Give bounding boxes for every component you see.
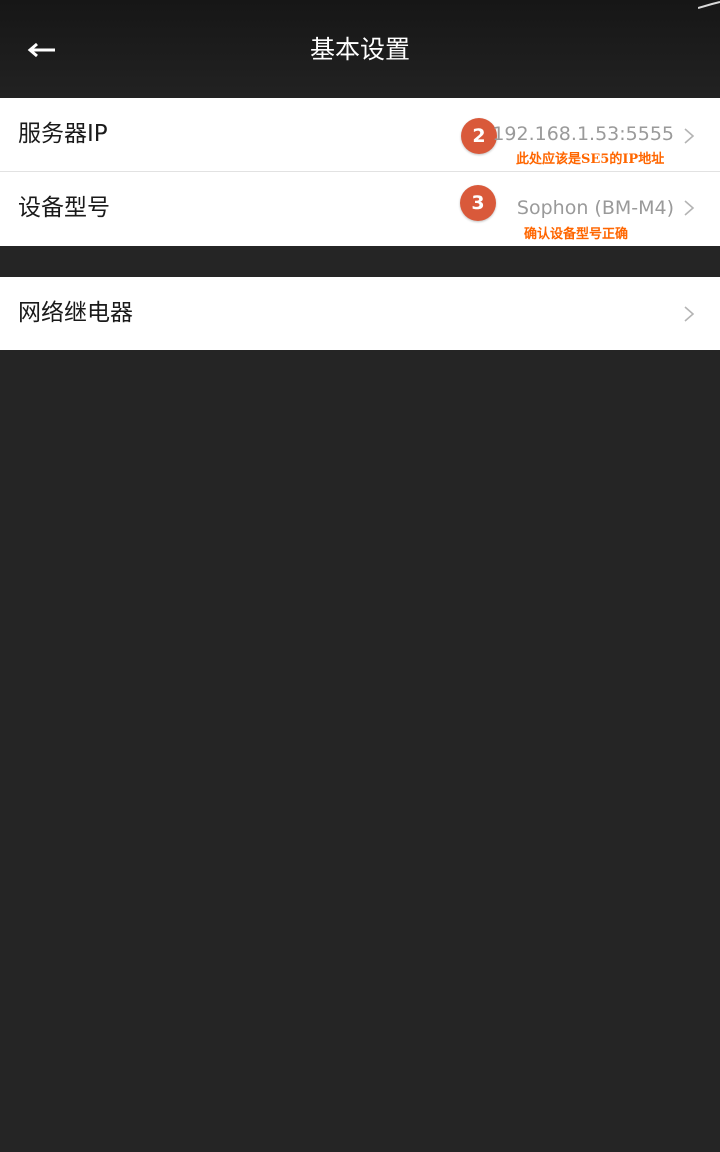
annotation-badge-3: 3 (460, 185, 496, 221)
device-model-row[interactable]: 设备型号 3 Sophon (BM-M4) 确认设备型号正确 (0, 172, 720, 245)
device-model-value: Sophon (BM-M4) (516, 197, 674, 219)
annotation-note-device-model: 确认设备型号正确 (524, 227, 629, 242)
settings-group-relay: 网络继电器 (0, 277, 720, 350)
settings-group-basic: 服务器IP 2 192.168.1.53:5555 此处应该是SE5的IP地址 … (0, 98, 720, 246)
server-ip-row[interactable]: 服务器IP 2 192.168.1.53:5555 此处应该是SE5的IP地址 (0, 98, 720, 172)
corner-artifact (698, 1, 720, 9)
chevron-right-icon (684, 306, 695, 322)
annotation-note-server-ip: 此处应该是SE5的IP地址 (516, 152, 665, 167)
device-model-label: 设备型号 (18, 195, 110, 221)
server-ip-label: 服务器IP (18, 121, 108, 147)
network-relay-label: 网络继电器 (18, 300, 133, 326)
page-title: 基本设置 (309, 35, 410, 64)
title-bar: 基本设置 (0, 0, 720, 98)
chevron-right-icon (684, 200, 695, 216)
chevron-right-icon (684, 128, 695, 144)
network-relay-row[interactable]: 网络继电器 (0, 277, 720, 350)
server-ip-value: 192.168.1.53:5555 (492, 123, 674, 145)
